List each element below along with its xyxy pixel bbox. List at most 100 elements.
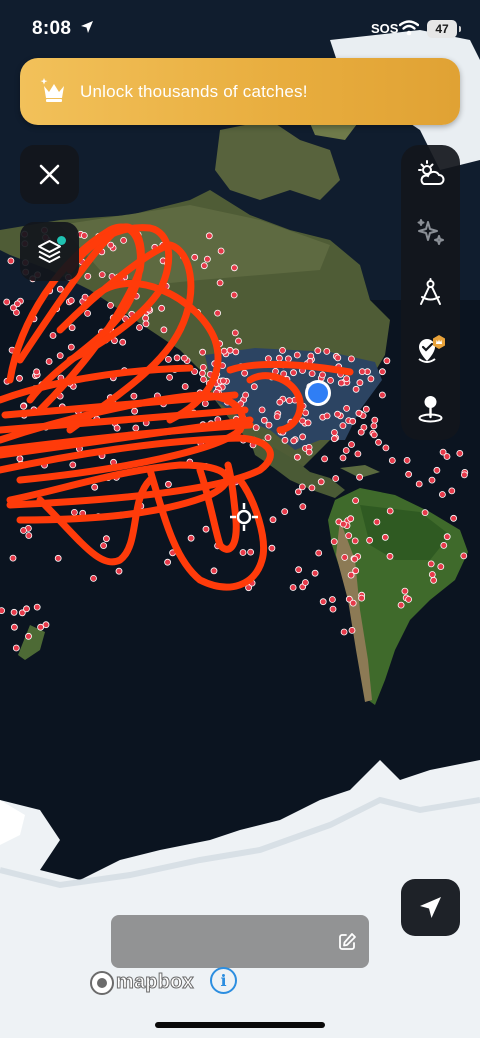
catch-marker[interactable]: [242, 391, 250, 399]
catch-marker[interactable]: [370, 422, 378, 430]
catch-marker[interactable]: [323, 347, 331, 355]
catch-marker[interactable]: [281, 436, 289, 444]
premium-map-button[interactable]: [407, 327, 454, 374]
catch-marker[interactable]: [381, 533, 389, 541]
catch-marker[interactable]: [330, 429, 338, 436]
catch-marker[interactable]: [321, 455, 329, 463]
catch-marker[interactable]: [25, 532, 33, 539]
catch-marker[interactable]: [16, 374, 23, 382]
catch-marker[interactable]: [103, 535, 110, 543]
catch-marker[interactable]: [357, 428, 365, 436]
catch-marker[interactable]: [347, 355, 355, 363]
catch-marker[interactable]: [166, 373, 174, 381]
catch-marker[interactable]: [100, 542, 107, 549]
catch-marker[interactable]: [352, 385, 360, 393]
catch-marker[interactable]: [247, 548, 255, 556]
catch-marker[interactable]: [120, 236, 127, 244]
catch-marker[interactable]: [164, 480, 172, 488]
catch-marker[interactable]: [239, 549, 247, 556]
catch-marker[interactable]: [332, 475, 340, 482]
catch-marker[interactable]: [20, 402, 27, 410]
catch-marker[interactable]: [45, 358, 53, 365]
catch-marker[interactable]: [440, 542, 448, 549]
attribution-info-button[interactable]: i: [210, 967, 237, 994]
catch-marker[interactable]: [269, 516, 277, 524]
catch-marker[interactable]: [328, 596, 336, 603]
catch-marker[interactable]: [401, 587, 409, 595]
catch-marker[interactable]: [358, 368, 366, 376]
catch-marker[interactable]: [371, 416, 379, 424]
catch-marker[interactable]: [351, 537, 359, 545]
edit-pencil-icon[interactable]: [337, 932, 357, 957]
catch-marker[interactable]: [430, 576, 438, 584]
catch-marker[interactable]: [293, 453, 301, 461]
catch-marker[interactable]: [16, 455, 24, 463]
catch-marker[interactable]: [437, 563, 445, 570]
catch-marker[interactable]: [375, 438, 382, 446]
catch-marker[interactable]: [386, 552, 394, 560]
catch-marker[interactable]: [119, 338, 127, 346]
catch-marker[interactable]: [298, 483, 306, 491]
catch-marker[interactable]: [205, 232, 213, 240]
catch-marker[interactable]: [281, 508, 289, 516]
catch-marker[interactable]: [438, 491, 446, 498]
catch-marker[interactable]: [378, 391, 386, 399]
catch-marker[interactable]: [37, 623, 44, 631]
catch-marker[interactable]: [370, 431, 378, 439]
catch-marker[interactable]: [132, 424, 140, 432]
catch-marker[interactable]: [131, 407, 139, 415]
catch-marker[interactable]: [330, 435, 338, 443]
catch-marker[interactable]: [265, 421, 273, 429]
weather-button[interactable]: [407, 151, 454, 198]
catch-marker[interactable]: [405, 596, 413, 603]
catch-marker[interactable]: [327, 376, 334, 384]
catch-marker[interactable]: [158, 304, 166, 312]
catch-marker[interactable]: [330, 538, 338, 545]
catch-marker[interactable]: [0, 607, 5, 614]
catch-marker[interactable]: [202, 525, 210, 533]
catch-marker[interactable]: [290, 369, 297, 377]
catch-marker[interactable]: [136, 324, 143, 331]
catch-marker[interactable]: [160, 326, 168, 334]
catch-marker[interactable]: [91, 483, 99, 491]
catch-marker[interactable]: [293, 351, 301, 359]
catch-marker[interactable]: [231, 329, 239, 337]
catch-marker[interactable]: [20, 527, 27, 534]
catch-marker[interactable]: [373, 518, 381, 526]
catch-marker[interactable]: [56, 352, 64, 360]
catch-marker[interactable]: [295, 566, 303, 574]
catch-marker[interactable]: [84, 309, 91, 317]
catch-marker[interactable]: [235, 337, 242, 345]
catch-marker[interactable]: [115, 567, 123, 575]
catch-marker[interactable]: [142, 320, 150, 328]
catch-marker[interactable]: [200, 375, 207, 383]
catch-marker[interactable]: [378, 368, 386, 376]
catch-marker[interactable]: [290, 437, 298, 445]
catch-marker[interactable]: [443, 533, 451, 541]
catch-marker[interactable]: [397, 601, 405, 609]
catch-marker[interactable]: [268, 544, 276, 552]
catch-marker[interactable]: [173, 354, 181, 362]
catch-marker[interactable]: [460, 471, 468, 479]
catch-marker[interactable]: [200, 262, 208, 270]
catch-marker[interactable]: [348, 441, 355, 448]
catch-marker[interactable]: [80, 232, 88, 239]
catch-marker[interactable]: [342, 447, 350, 454]
catch-marker[interactable]: [343, 375, 351, 383]
catch-marker[interactable]: [226, 346, 234, 354]
catch-marker[interactable]: [356, 473, 364, 481]
catch-marker[interactable]: [67, 343, 75, 351]
catch-marker[interactable]: [345, 532, 353, 539]
catch-marker[interactable]: [355, 409, 363, 417]
measure-button[interactable]: [407, 269, 454, 316]
catch-marker[interactable]: [349, 417, 357, 425]
catch-marker[interactable]: [107, 301, 114, 309]
catch-marker[interactable]: [181, 383, 189, 390]
catch-marker[interactable]: [358, 594, 366, 602]
catch-marker[interactable]: [142, 314, 150, 322]
catch-marker[interactable]: [264, 434, 272, 442]
catch-marker[interactable]: [130, 392, 138, 400]
catch-marker[interactable]: [450, 514, 458, 522]
catch-marker[interactable]: [302, 409, 310, 417]
catch-marker[interactable]: [460, 552, 468, 560]
